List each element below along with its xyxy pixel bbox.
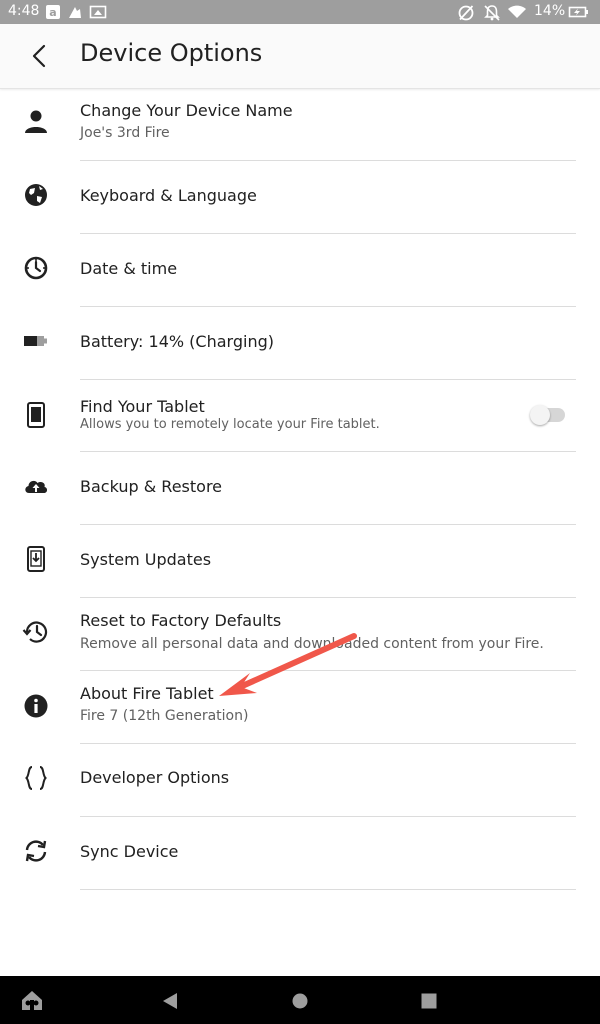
setting-title: Reset to Factory Defaults [80, 611, 282, 630]
back-arrow-icon[interactable] [24, 42, 56, 70]
setting-backup-restore[interactable]: Backup & Restore [0, 452, 600, 525]
setting-title: Backup & Restore [80, 477, 223, 496]
navigation-bar [0, 976, 600, 1024]
status-bar: 4:48 a 14% [0, 0, 600, 24]
notifications-off-icon [484, 5, 500, 21]
setting-sync-device[interactable]: Sync Device [0, 817, 600, 890]
app-bar: Device Options [0, 24, 600, 89]
person-icon [25, 110, 47, 133]
history-icon [22, 621, 48, 643]
battery-percent: 14% [534, 3, 566, 19]
find-tablet-toggle[interactable] [530, 405, 565, 425]
amazon-icon: a [46, 5, 60, 19]
clock-icon [24, 256, 48, 280]
setting-find-tablet[interactable]: Find Your Tablet Allows you to remotely … [0, 380, 600, 452]
cast-icon [89, 5, 107, 19]
no-sync-icon [458, 5, 474, 21]
setting-title: Keyboard & Language [80, 186, 257, 205]
setting-subtitle: Joe's 3rd Fire [80, 125, 170, 141]
setting-developer-options[interactable]: Developer Options [0, 744, 600, 817]
setting-title: System Updates [80, 550, 212, 569]
setting-title: Change Your Device Name [80, 101, 293, 120]
info-icon [24, 694, 48, 718]
braces-icon [25, 766, 47, 790]
back-icon[interactable] [161, 992, 179, 1010]
globe-icon [25, 184, 47, 206]
battery-icon [24, 336, 47, 346]
setting-subtitle: Fire 7 (12th Generation) [80, 708, 249, 724]
battery-charging-icon [568, 6, 588, 18]
setting-battery[interactable]: Battery: 14% (Charging) [0, 307, 600, 380]
setting-title: Developer Options [80, 768, 230, 787]
setting-date-time[interactable]: Date & time [0, 234, 600, 307]
recents-icon[interactable] [420, 992, 438, 1010]
toggle-knob [530, 405, 550, 425]
system-update-icon [27, 546, 45, 572]
page-title: Device Options [80, 39, 263, 67]
status-time: 4:48 [8, 3, 40, 19]
setting-title: Find Your Tablet [80, 397, 205, 416]
setting-device-name[interactable]: Change Your Device Name Joe's 3rd Fire [0, 88, 600, 161]
sync-icon [25, 840, 47, 862]
setting-title: Sync Device [80, 842, 179, 861]
setting-title: About Fire Tablet [80, 684, 214, 703]
setting-title: Date & time [80, 259, 178, 278]
cloud-upload-icon [25, 480, 48, 493]
setting-factory-reset[interactable]: Reset to Factory Defaults Remove all per… [0, 598, 600, 671]
tablet-icon [27, 402, 45, 428]
setting-about-fire-tablet[interactable]: About Fire Tablet Fire 7 (12th Generatio… [0, 671, 600, 744]
home-icon[interactable] [20, 989, 44, 1011]
kindle-icon [69, 7, 81, 18]
setting-system-updates[interactable]: System Updates [0, 525, 600, 598]
svg-text:a: a [49, 6, 56, 19]
setting-subtitle: Allows you to remotely locate your Fire … [80, 417, 380, 432]
setting-subtitle: Remove all personal data and downloaded … [80, 636, 544, 652]
setting-title: Battery: 14% (Charging) [80, 332, 274, 351]
home-circle-icon[interactable] [291, 992, 309, 1010]
setting-keyboard-language[interactable]: Keyboard & Language [0, 161, 600, 234]
wifi-icon [508, 5, 526, 18]
divider [80, 889, 576, 890]
